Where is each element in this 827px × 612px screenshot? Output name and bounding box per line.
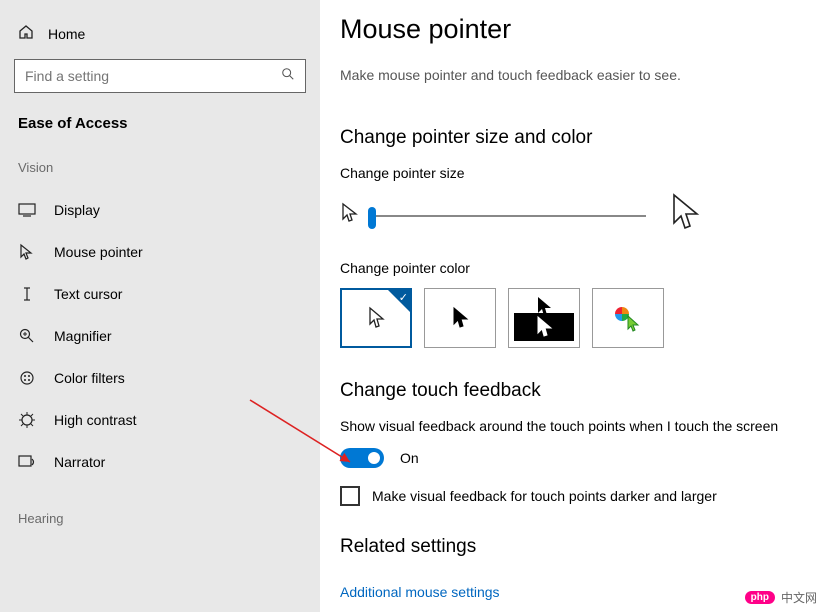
section-size-color: Change pointer size and color: [340, 127, 803, 149]
sidebar-item-narrator[interactable]: Narrator: [12, 441, 308, 483]
toggle-knob: [368, 452, 380, 464]
additional-mouse-settings-link[interactable]: Additional mouse settings: [340, 584, 500, 600]
color-option-white[interactable]: ✓: [340, 288, 412, 348]
home-nav[interactable]: Home: [12, 18, 308, 59]
vision-section-label: Vision: [12, 160, 308, 189]
search-input[interactable]: [14, 59, 306, 93]
search-field[interactable]: [25, 68, 281, 84]
checkbox-label: Make visual feedback for touch points da…: [372, 488, 717, 504]
ease-of-access-title: Ease of Access: [12, 115, 308, 160]
high-contrast-icon: [18, 411, 36, 429]
watermark-text: 中文网: [781, 589, 817, 606]
mouse-pointer-icon: [18, 243, 36, 261]
hearing-section-label: Hearing: [12, 511, 308, 540]
sidebar-item-display[interactable]: Display: [12, 189, 308, 231]
display-icon: [18, 201, 36, 219]
page-title: Mouse pointer: [340, 14, 803, 45]
touch-feedback-toggle[interactable]: [340, 448, 384, 468]
color-filters-icon: [18, 369, 36, 387]
color-option-black[interactable]: [424, 288, 496, 348]
cursor-large-icon: [670, 193, 700, 238]
sidebar-item-label: Magnifier: [54, 328, 112, 344]
sidebar-item-label: Display: [54, 202, 100, 218]
watermark: php 中文网: [745, 589, 817, 606]
home-icon: [18, 24, 34, 43]
sidebar-item-magnifier[interactable]: Magnifier: [12, 315, 308, 357]
color-option-custom[interactable]: [592, 288, 664, 348]
change-size-label: Change pointer size: [340, 165, 803, 181]
text-cursor-icon: [18, 285, 36, 303]
search-icon: [281, 67, 295, 86]
slider-thumb[interactable]: [368, 207, 376, 229]
change-color-label: Change pointer color: [340, 260, 803, 276]
sidebar-item-label: Color filters: [54, 370, 125, 386]
watermark-badge: php: [745, 591, 775, 604]
magnifier-icon: [18, 327, 36, 345]
cursor-small-icon: [340, 202, 358, 229]
page-subtitle: Make mouse pointer and touch feedback ea…: [340, 67, 803, 83]
section-touch-feedback: Change touch feedback: [340, 380, 803, 402]
touch-description: Show visual feedback around the touch po…: [340, 418, 803, 434]
sidebar-item-label: High contrast: [54, 412, 136, 428]
sidebar-item-mouse-pointer[interactable]: Mouse pointer: [12, 231, 308, 273]
sidebar-item-label: Mouse pointer: [54, 244, 143, 260]
sidebar-item-label: Text cursor: [54, 286, 122, 302]
pointer-size-slider[interactable]: [368, 215, 646, 217]
home-label: Home: [48, 26, 85, 42]
sidebar-item-color-filters[interactable]: Color filters: [12, 357, 308, 399]
toggle-state-label: On: [400, 450, 419, 466]
sidebar-item-high-contrast[interactable]: High contrast: [12, 399, 308, 441]
darker-larger-checkbox[interactable]: [340, 486, 360, 506]
color-option-inverted[interactable]: [508, 288, 580, 348]
sidebar-item-label: Narrator: [54, 454, 105, 470]
narrator-icon: [18, 453, 36, 471]
section-related: Related settings: [340, 536, 803, 558]
check-icon: ✓: [399, 291, 408, 304]
sidebar-item-text-cursor[interactable]: Text cursor: [12, 273, 308, 315]
